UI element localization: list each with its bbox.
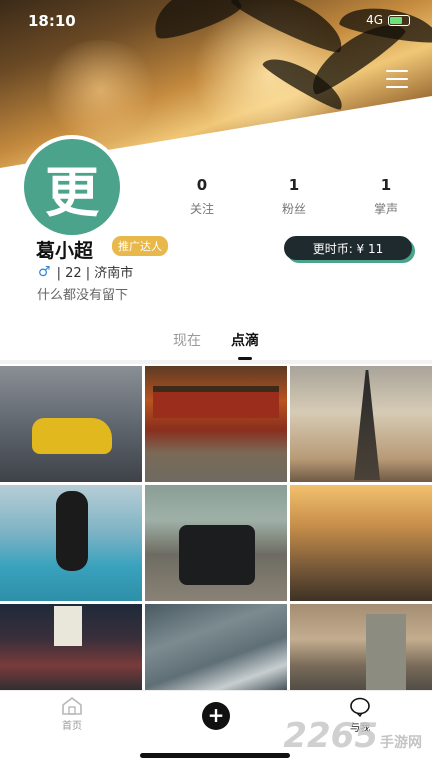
home-icon [62, 697, 82, 715]
photo-ocean-aerial[interactable] [145, 604, 287, 692]
photo-sports-car[interactable] [0, 366, 142, 482]
status-time: 18:10 [28, 12, 76, 30]
photo-night-street[interactable] [0, 604, 142, 692]
photo-forbidden-city[interactable] [145, 366, 287, 482]
home-indicator [140, 753, 290, 758]
avatar[interactable]: 更 [20, 135, 124, 239]
add-post-button[interactable]: + [202, 702, 230, 730]
content-tabs: 现在 点滴 [0, 330, 432, 360]
tab-moments[interactable]: 点滴 [231, 330, 259, 360]
stat-applause-label: 掌声 [373, 202, 398, 216]
divider [0, 360, 432, 364]
status-badge: 推广达人 [112, 236, 168, 256]
stat-fans-value: 1 [288, 176, 300, 194]
stat-following-value: 0 [196, 176, 208, 194]
stat-fans[interactable]: 1 粉丝 [264, 176, 324, 217]
avatar-glyph: 更 [24, 139, 120, 235]
system-icons: 4G [366, 13, 410, 27]
age-city: | 22 | 济南市 [56, 266, 134, 281]
profile-name: 葛小超 [36, 240, 94, 262]
chat-bubble-icon [350, 697, 370, 717]
photo-suv[interactable] [145, 485, 287, 601]
profile-bio: 什么都没有留下 [37, 288, 129, 303]
photo-railway[interactable] [290, 604, 432, 692]
stat-following-label: 关注 [189, 202, 214, 216]
network-label: 4G [366, 13, 383, 27]
tab-now[interactable]: 现在 [173, 330, 201, 360]
battery-icon [388, 14, 410, 26]
nav-home-label: 首页 [62, 721, 82, 732]
stat-following[interactable]: 0 关注 [172, 176, 232, 217]
stat-fans-label: 粉丝 [281, 202, 306, 216]
stat-applause-value: 1 [380, 176, 392, 194]
watermark-number: 2265 [283, 716, 378, 756]
photo-eiffel-tower[interactable] [290, 366, 432, 482]
photo-grid [0, 366, 432, 692]
menu-icon[interactable] [386, 70, 408, 88]
nav-home[interactable]: 首页 [42, 697, 102, 732]
watermark: 2265 手游网 [283, 716, 422, 756]
photo-palm-street[interactable] [290, 485, 432, 601]
profile-meta: ♂ | 22 | 济南市 [38, 262, 134, 282]
stat-applause[interactable]: 1 掌声 [356, 176, 416, 217]
status-bar: 18:10 4G [0, 0, 432, 36]
coins-button[interactable]: 更时币: ¥ 11 [284, 236, 412, 260]
male-icon: ♂ [38, 263, 51, 280]
watermark-text: 手游网 [380, 735, 422, 751]
photo-car-key[interactable] [0, 485, 142, 601]
